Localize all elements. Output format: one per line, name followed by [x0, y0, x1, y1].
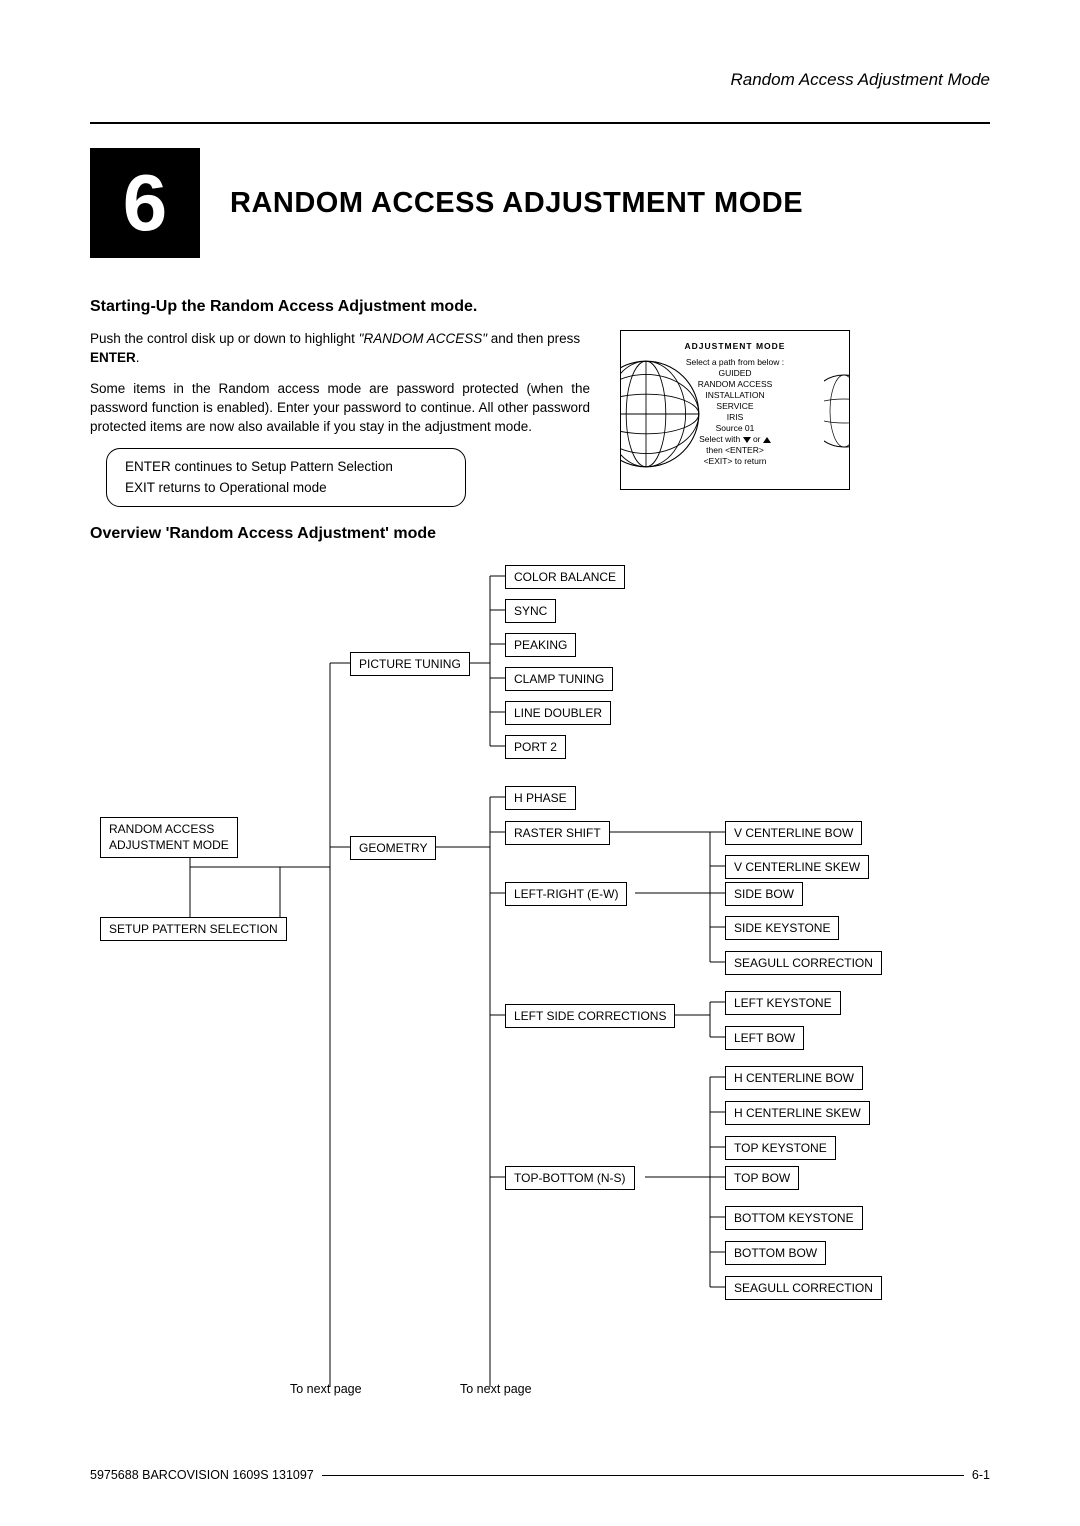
node-v-centerline-bow: V CENTERLINE BOW [725, 821, 862, 845]
node-top-bow: TOP BOW [725, 1166, 799, 1190]
label-next-page-2: To next page [460, 1382, 532, 1396]
node-left-right: LEFT-RIGHT (E-W) [505, 882, 627, 906]
node-side-bow: SIDE BOW [725, 882, 803, 906]
node-raster-shift: RASTER SHIFT [505, 821, 610, 845]
node-random-access: RANDOM ACCESS ADJUSTMENT MODE [100, 817, 238, 858]
footer-doc-id: 5975688 BARCOVISION 1609S 131097 [90, 1468, 314, 1482]
section-overview: Overview 'Random Access Adjustment' mode [90, 525, 990, 543]
node-bottom-bow: BOTTOM BOW [725, 1241, 826, 1265]
running-header: Random Access Adjustment Mode [90, 70, 990, 94]
page-footer: 5975688 BARCOVISION 1609S 131097 6-1 [90, 1468, 990, 1482]
chapter-number-box: 6 [90, 148, 200, 258]
arrow-up-icon [763, 437, 771, 443]
node-setup-pattern: SETUP PATTERN SELECTION [100, 917, 287, 941]
node-v-centerline-skew: V CENTERLINE SKEW [725, 855, 869, 879]
chapter-heading: 6 RANDOM ACCESS ADJUSTMENT MODE [90, 148, 990, 258]
hint-box: ENTER continues to Setup Pattern Selecti… [106, 448, 466, 507]
page: Random Access Adjustment Mode 6 RANDOM A… [90, 70, 990, 1476]
node-sync: SYNC [505, 599, 556, 623]
node-color-balance: COLOR BALANCE [505, 565, 625, 589]
node-h-centerline-skew: H CENTERLINE SKEW [725, 1101, 870, 1125]
node-hphase: H PHASE [505, 786, 576, 810]
intro-text-column: Push the control disk up or down to high… [90, 330, 590, 507]
intro-columns: Push the control disk up or down to high… [90, 330, 990, 507]
node-h-centerline-bow: H CENTERLINE BOW [725, 1066, 863, 1090]
node-top-bottom: TOP-BOTTOM (N-S) [505, 1166, 635, 1190]
header-text: Random Access Adjustment Mode [730, 70, 990, 89]
header-rule [90, 122, 990, 124]
node-left-side-corr: LEFT SIDE CORRECTIONS [505, 1004, 675, 1028]
section-starting-up: Starting-Up the Random Access Adjustment… [90, 298, 990, 316]
osd-text: ADJUSTMENT MODE Select a path from below… [655, 341, 815, 467]
node-picture-tuning: PICTURE TUNING [350, 652, 470, 676]
paragraph-2: Some items in the Random access mode are… [90, 380, 590, 437]
node-seagull-2: SEAGULL CORRECTION [725, 1276, 882, 1300]
node-clamp-tuning: CLAMP TUNING [505, 667, 613, 691]
node-line-doubler: LINE DOUBLER [505, 701, 611, 725]
partial-globe-icon [824, 371, 850, 451]
osd-screen-illustration: ADJUSTMENT MODE Select a path from below… [620, 330, 850, 490]
node-seagull-1: SEAGULL CORRECTION [725, 951, 882, 975]
node-top-keystone: TOP KEYSTONE [725, 1136, 836, 1160]
node-port2: PORT 2 [505, 735, 566, 759]
footer-rule [322, 1475, 964, 1476]
node-left-keystone: LEFT KEYSTONE [725, 991, 841, 1015]
node-geometry: GEOMETRY [350, 836, 436, 860]
node-peaking: PEAKING [505, 633, 576, 657]
hierarchy-diagram: RANDOM ACCESS ADJUSTMENT MODE SETUP PATT… [90, 557, 990, 1437]
chapter-title: RANDOM ACCESS ADJUSTMENT MODE [230, 187, 803, 220]
node-bottom-keystone: BOTTOM KEYSTONE [725, 1206, 863, 1230]
paragraph-1: Push the control disk up or down to high… [90, 330, 590, 368]
node-left-bow: LEFT BOW [725, 1026, 804, 1050]
chapter-number: 6 [123, 157, 168, 249]
footer-page-number: 6-1 [972, 1468, 990, 1482]
arrow-down-icon [743, 437, 751, 443]
node-side-keystone: SIDE KEYSTONE [725, 916, 839, 940]
label-next-page-1: To next page [290, 1382, 362, 1396]
